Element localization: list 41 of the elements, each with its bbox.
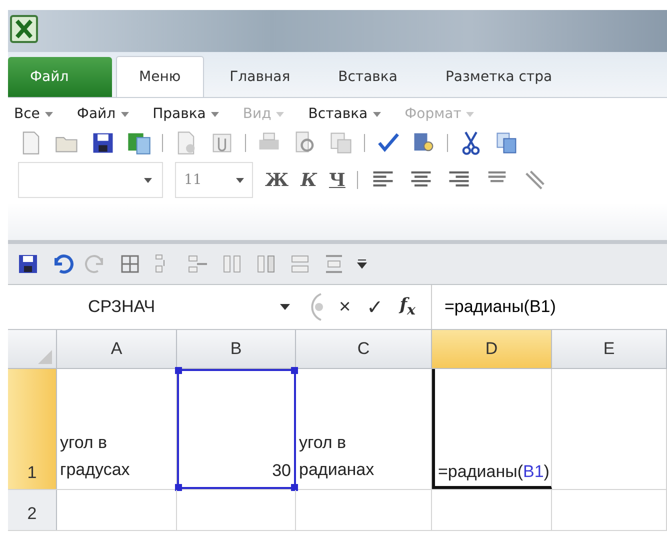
caret-icon [44, 112, 53, 116]
column-header[interactable]: E [552, 330, 667, 368]
italic-button[interactable]: К [300, 170, 317, 190]
cancel-button[interactable]: × [339, 296, 351, 318]
caret-icon [276, 112, 284, 116]
column-header[interactable]: D [432, 330, 552, 368]
menu-item[interactable]: Все [14, 106, 53, 122]
name-box[interactable]: СРЗНАЧ [8, 285, 298, 329]
row-header[interactable]: 2 [8, 490, 57, 530]
caret-icon [120, 112, 129, 116]
ribbon-tab[interactable]: Разметка стра [423, 57, 574, 97]
copy-page-icon[interactable] [328, 130, 354, 156]
ribbon-tab[interactable]: Меню [116, 56, 204, 97]
menu-item[interactable]: Вставка [308, 106, 381, 122]
ribbon-tab[interactable]: Вставка [316, 57, 420, 97]
ribbon-tab[interactable]: Файл [8, 57, 112, 97]
customize-dropdown-icon[interactable] [356, 258, 368, 270]
underline-button[interactable]: Ч [329, 170, 346, 190]
caret-icon [372, 112, 381, 116]
formula-field[interactable]: =радианы(B1) [431, 285, 667, 329]
table-cell: 30 [177, 369, 296, 489]
formula-part: ) [544, 462, 550, 482]
caret-icon [236, 178, 244, 182]
select-all-icon[interactable] [38, 350, 52, 364]
bold-button[interactable]: Ж [265, 170, 289, 190]
font-size-dropdown[interactable]: 11 [175, 162, 253, 198]
formula-part: B1 [522, 462, 544, 482]
caret-icon [466, 112, 474, 116]
save-icon[interactable] [16, 252, 40, 276]
menu-item[interactable]: Файл [76, 106, 129, 122]
enter-button[interactable]: ✓ [366, 294, 384, 320]
table-cell: угол в радианах [296, 369, 432, 489]
menu-item[interactable]: Правка [152, 106, 219, 122]
ribbon-tab[interactable]: Главная [208, 57, 312, 97]
formula-part: =радианы( [438, 462, 523, 482]
caret-icon [144, 178, 152, 182]
row-header[interactable]: 1 [8, 369, 57, 489]
insert-function-button[interactable]: f$_{x}$ [400, 295, 416, 319]
caret-icon [210, 112, 219, 116]
spreadsheet-app-icon [10, 15, 38, 43]
caret-icon[interactable] [280, 304, 290, 310]
